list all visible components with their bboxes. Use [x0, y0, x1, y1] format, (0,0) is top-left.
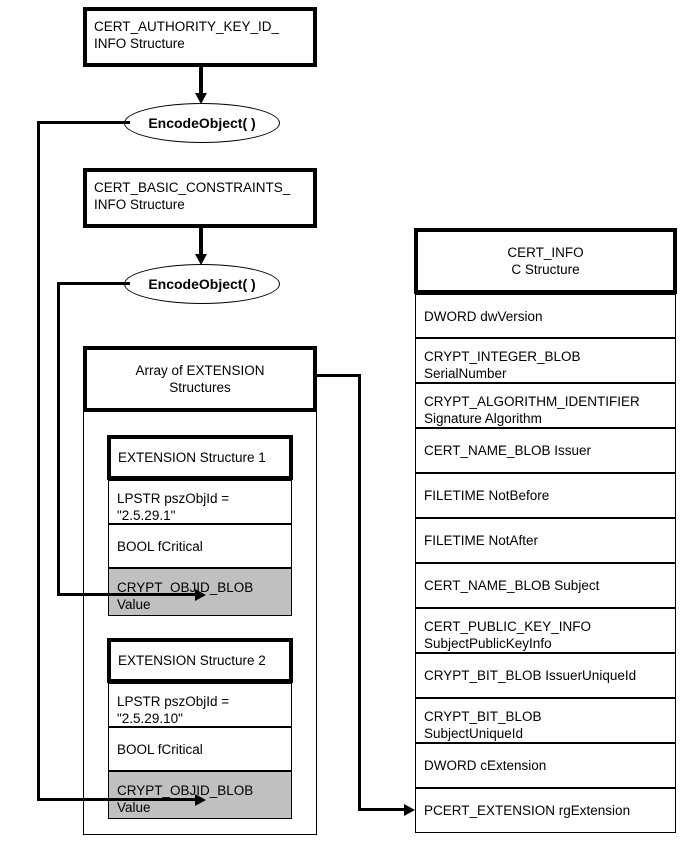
cert-info-row-9-label: CRYPT_BIT_BLOB SubjectUniqueId — [424, 709, 542, 741]
connector-encode1-segment-vertical — [37, 121, 40, 801]
connector-encode2-segment-horizontal-top — [57, 282, 130, 285]
cert-info-row-6-label: CERT_NAME_BLOB Subject — [424, 578, 600, 593]
connector-array-to-rgextension-vertical — [358, 374, 361, 811]
node-encode-object-1: EncodeObject( ) — [124, 103, 280, 143]
cert-info-row-2-label: CRYPT_ALGORITHM_IDENTIFIER Signature Alg… — [424, 394, 640, 426]
node-cert-authority-key-id-info-label: CERT_AUTHORITY_KEY_ID_ INFO Structure — [94, 19, 280, 51]
node-array-of-extension-structures-label: Array of EXTENSION Structures — [135, 363, 265, 395]
extension-structure-2-header-label: EXTENSION Structure 2 — [118, 653, 266, 668]
cert-info-row-11-label: PCERT_EXTENSION rgExtension — [424, 803, 631, 818]
connector-encode1-segment-horizontal-bottom — [37, 798, 197, 801]
connector-array-to-rgextension-horizontal-bottom — [358, 808, 408, 811]
arrowhead-array-to-rgextension — [404, 804, 415, 816]
cert-info-row-1-label: CRYPT_INTEGER_BLOB SerialNumber — [424, 349, 581, 381]
connector-basic-to-encode2 — [199, 228, 203, 256]
connector-array-to-rgextension-horizontal-top — [315, 374, 361, 377]
arrowhead-encode1-to-extension2-value — [195, 794, 206, 806]
cert-info-row-7-label: CERT_PUBLIC_KEY_INFO SubjectPublicKeyInf… — [424, 619, 592, 651]
connector-encode1-segment-horizontal-top — [37, 121, 130, 124]
extension-structure-1-field-0-label: LPSTR pszObjId = "2.5.29.1" — [117, 491, 230, 523]
connector-authority-to-encode1 — [199, 67, 203, 95]
connector-encode2-segment-vertical — [57, 282, 60, 596]
cert-info-row-10-label: DWORD cExtension — [424, 758, 547, 773]
connector-encode2-segment-horizontal-bottom — [57, 593, 197, 596]
node-encode-object-2: EncodeObject( ) — [124, 264, 280, 304]
cert-info-row-3-label: CERT_NAME_BLOB Issuer — [424, 443, 592, 458]
extension-structure-2-field-1-label: BOOL fCritical — [117, 741, 203, 757]
node-cert-basic-constraints-info-label: CERT_BASIC_CONSTRAINTS_ INFO Structure — [94, 180, 291, 212]
diagram-canvas: CERT_AUTHORITY_KEY_ID_ INFO Structure En… — [0, 0, 681, 845]
cert-info-row-0-label: DWORD dwVersion — [424, 308, 543, 324]
node-cert-info-header-label: CERT_INFO C Structure — [507, 245, 584, 277]
extension-structure-1-field-1-label: BOOL fCritical — [117, 538, 203, 554]
cert-info-row-5-label: FILETIME NotAfter — [424, 533, 539, 548]
extension-structure-2-field-0-label: LPSTR pszObjId = "2.5.29.10" — [117, 694, 230, 726]
extension-structure-1-header-label: EXTENSION Structure 1 — [118, 450, 266, 465]
cert-info-row-4-label: FILETIME NotBefore — [424, 488, 550, 503]
arrowhead-encode2-to-extension1-value — [195, 589, 206, 601]
cert-info-row-8-label: CRYPT_BIT_BLOB IssuerUniqueId — [424, 668, 637, 683]
